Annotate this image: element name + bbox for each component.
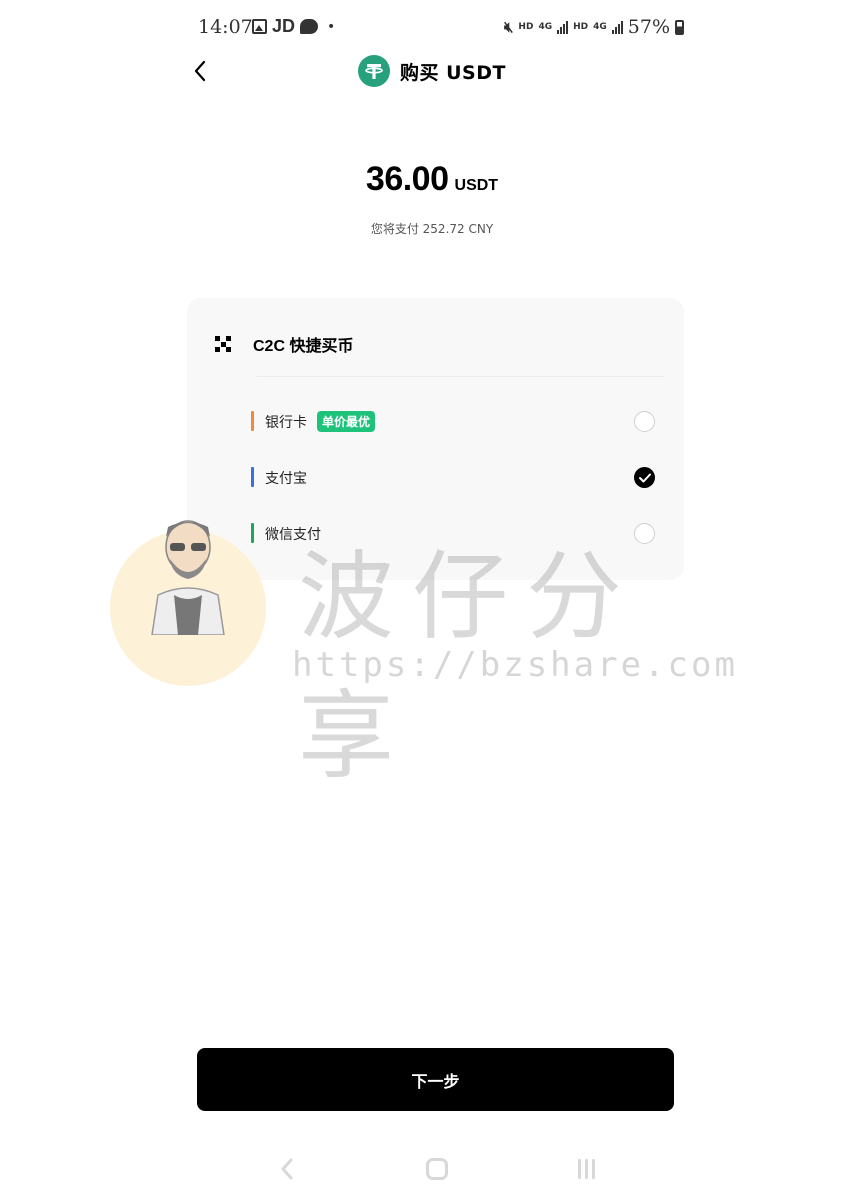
c2c-icon [215, 336, 231, 352]
watermark-url: https://bzshare.com [292, 645, 738, 685]
payment-method-card: C2C 快捷买币 银行卡 单价最优 支付宝 微信支付 [187, 298, 684, 580]
divider [257, 376, 664, 377]
battery-percent: 57% [627, 16, 670, 38]
nav-recents-icon[interactable] [578, 1159, 595, 1179]
network-type: 4G [538, 22, 553, 32]
tether-icon [358, 55, 391, 87]
status-bar: 14:07 JD • 🔇︎ HD 4G HD 4G 57% [196, 14, 688, 42]
amount-display: 36.00 USDT [0, 160, 864, 199]
amount-unit: USDT [454, 177, 499, 194]
option-accent-bar [251, 411, 254, 431]
jd-notification: JD [272, 16, 296, 36]
option-accent-bar [251, 467, 254, 487]
card-header: C2C 快捷买币 [215, 332, 353, 356]
radio-unchecked-icon[interactable] [634, 411, 655, 432]
option-alipay[interactable]: 支付宝 [251, 456, 667, 496]
status-time: 14:07 [198, 16, 253, 38]
more-dot-icon: • [327, 18, 336, 35]
gallery-icon [252, 19, 267, 34]
system-nav-bar [0, 1150, 864, 1190]
battery-icon [675, 19, 684, 35]
next-step-button[interactable]: 下一步 [197, 1048, 674, 1111]
notification-icons: JD • [252, 16, 335, 37]
radio-unchecked-icon[interactable] [634, 523, 655, 544]
amount-value: 36.00 [365, 160, 449, 198]
network-label: HD [573, 22, 589, 32]
page-title: 购买 USDT [400, 61, 506, 84]
option-label: 微信支付 [265, 527, 321, 543]
pay-amount-hint: 您将支付 252.72 CNY [370, 222, 494, 236]
option-bank-card[interactable]: 银行卡 单价最优 [251, 400, 667, 440]
radio-checked-icon[interactable] [634, 467, 655, 488]
signal-icon [557, 20, 569, 34]
option-label: 银行卡 [265, 415, 307, 431]
network-label: HD [518, 22, 534, 32]
card-title: C2C 快捷买币 [253, 338, 354, 355]
page-header: 购买 USDT [0, 55, 864, 87]
best-price-badge: 单价最优 [317, 411, 376, 432]
nav-back-icon[interactable] [280, 1158, 294, 1180]
option-accent-bar [251, 523, 254, 543]
signal-icon [611, 20, 623, 34]
option-wechat-pay[interactable]: 微信支付 [251, 512, 667, 552]
network-type: 4G [593, 22, 607, 32]
buy-usdt-page: 14:07 JD • 🔇︎ HD 4G HD 4G 57% 购买 USDT 36… [0, 0, 864, 1197]
mute-icon: 🔇︎ [503, 18, 514, 36]
nav-home-icon[interactable] [426, 1158, 448, 1180]
system-icons: 🔇︎ HD 4G HD 4G 57% [504, 16, 684, 38]
chat-icon [300, 19, 319, 34]
option-label: 支付宝 [265, 471, 307, 487]
